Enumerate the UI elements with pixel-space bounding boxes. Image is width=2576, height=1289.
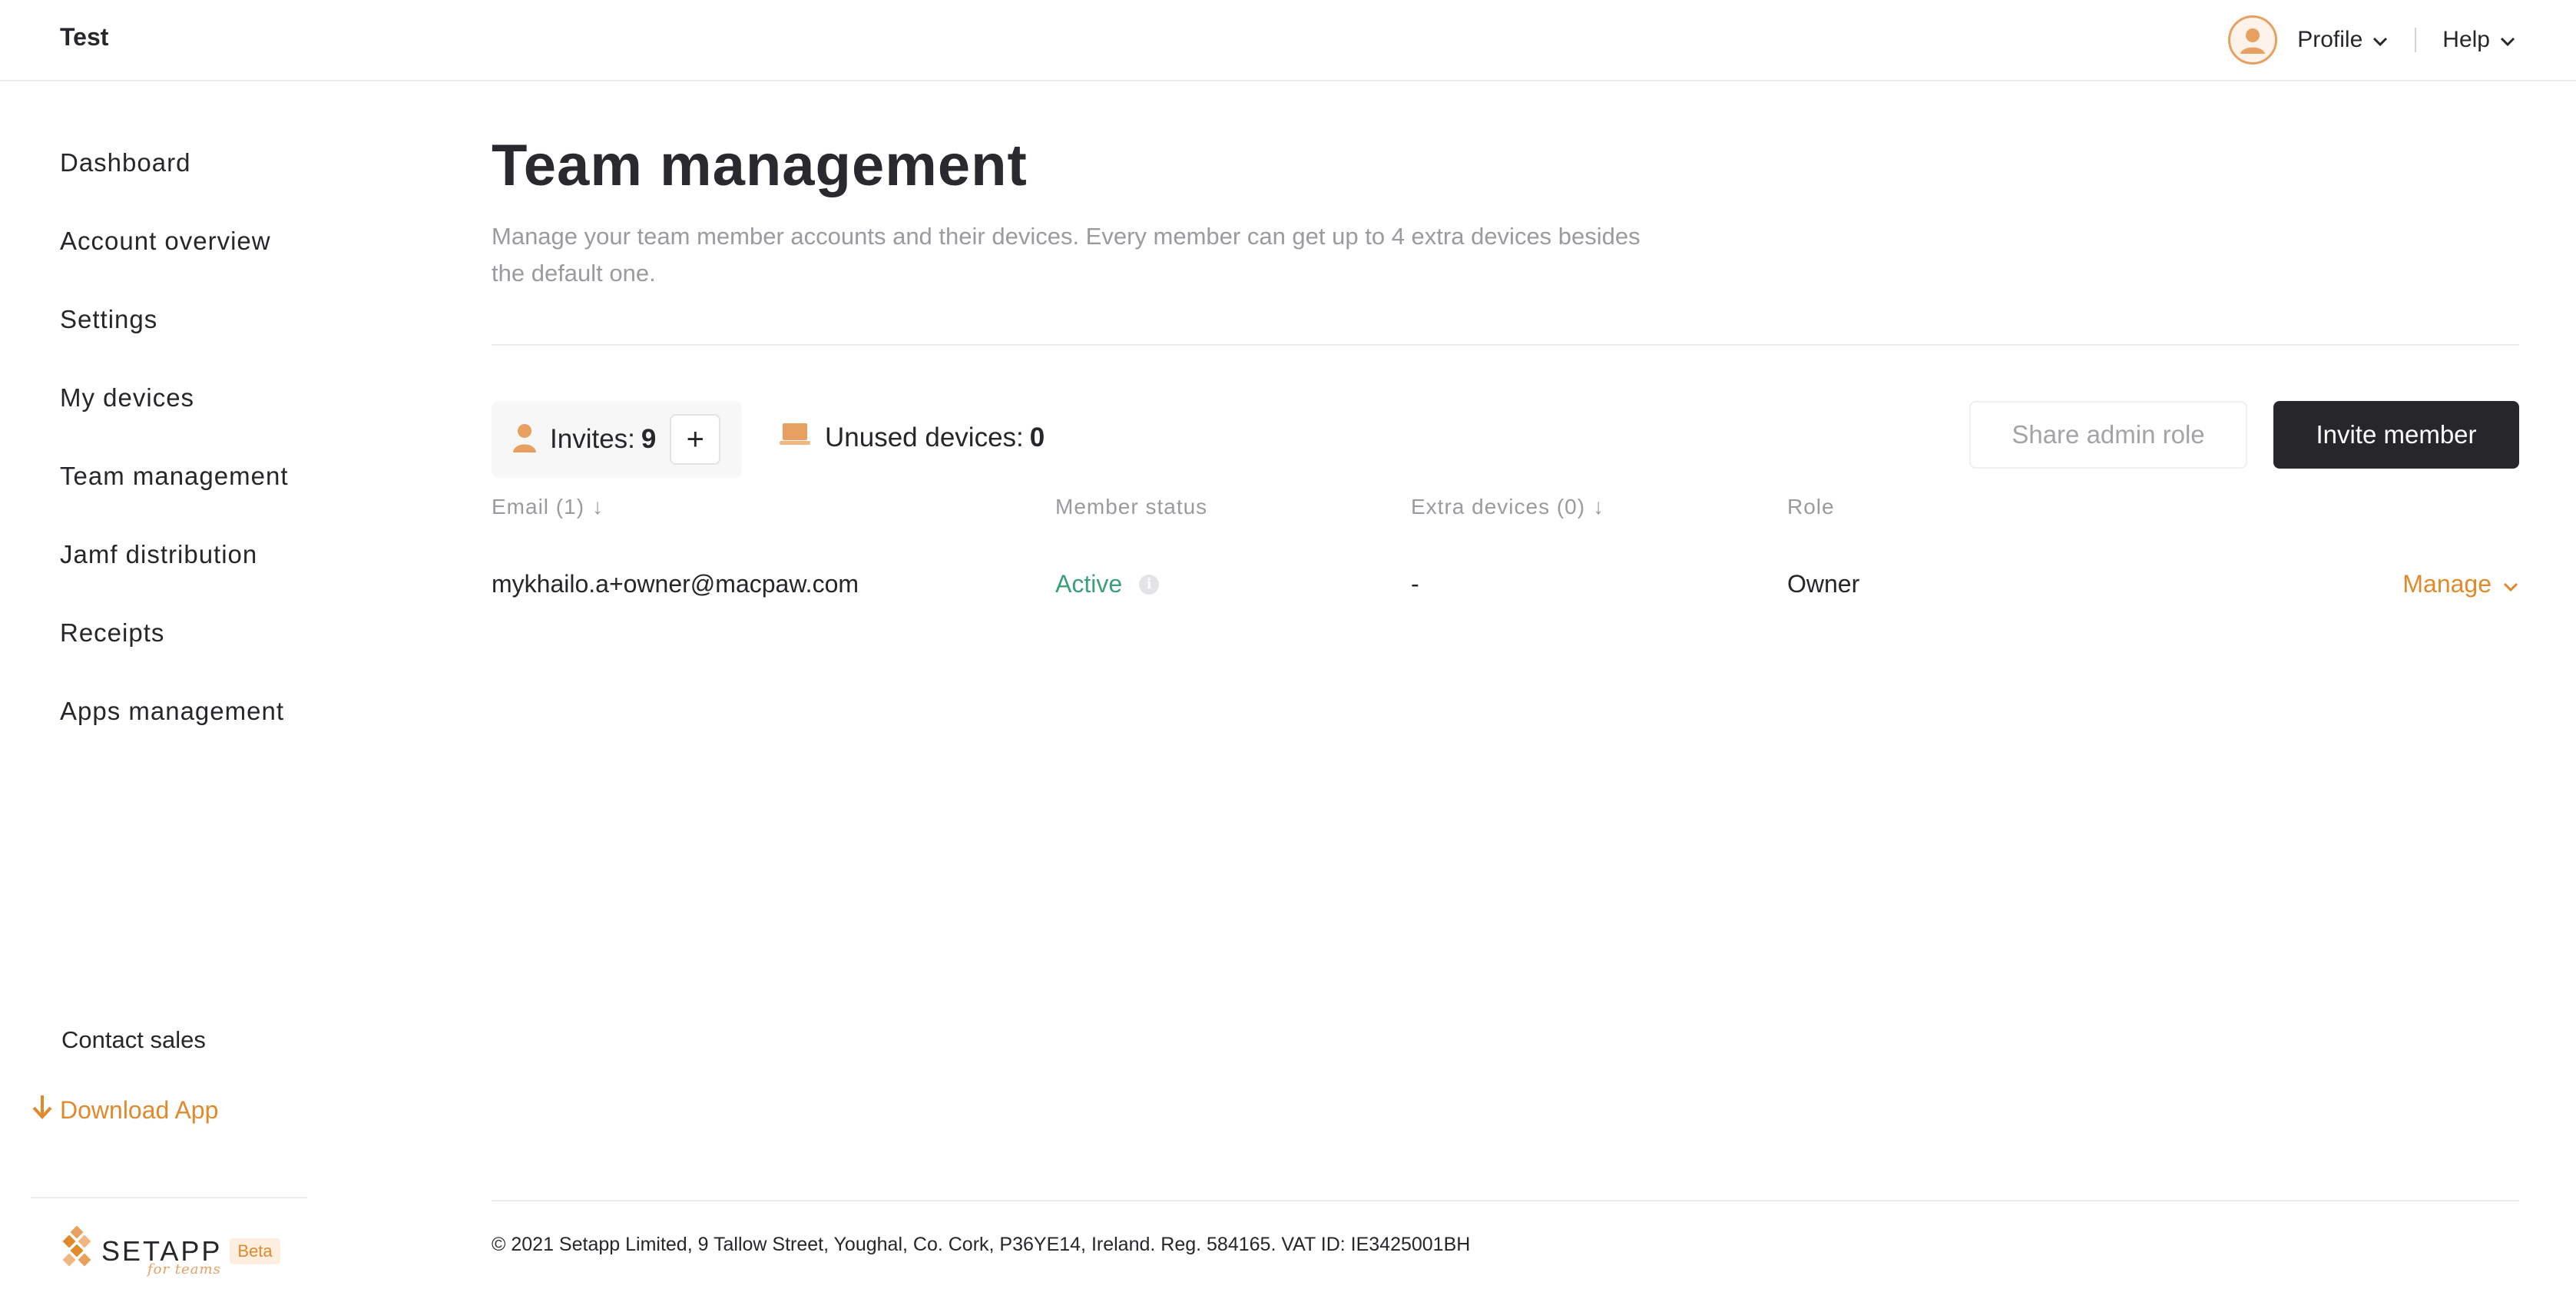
member-role: Owner	[1787, 570, 1860, 598]
unused-devices-label: Unused devices:	[825, 422, 1024, 452]
sidebar: Dashboard Account overview Settings My d…	[0, 81, 323, 1289]
page-title: Team management	[492, 133, 1028, 198]
chevron-down-icon	[2499, 27, 2516, 53]
member-status-cell: Active i	[1055, 570, 1160, 598]
download-app-label: Download App	[60, 1095, 219, 1124]
add-invite-button[interactable]: +	[670, 414, 721, 465]
column-email[interactable]: Email (1) ↓	[492, 495, 604, 519]
manage-dropdown[interactable]: Manage	[2402, 570, 2519, 598]
column-extra-devices-label: Extra devices (0)	[1411, 495, 1586, 519]
laptop-icon	[779, 421, 811, 454]
brand-name: Test	[60, 23, 109, 51]
member-email: mykhailo.a+owner@macpaw.com	[492, 570, 859, 598]
header-divider	[2415, 28, 2417, 52]
sidebar-item-account-overview[interactable]: Account overview	[60, 221, 288, 300]
sidebar-item-team-management[interactable]: Team management	[60, 456, 288, 535]
arrow-down-icon	[31, 1094, 60, 1126]
invites-counter: Invites: 9 +	[492, 401, 742, 478]
column-member-status-label: Member status	[1055, 495, 1208, 519]
help-label: Help	[2442, 27, 2490, 52]
logo-text: SETAPP for teams	[101, 1235, 222, 1277]
unused-devices-count: 0	[1029, 422, 1045, 452]
sort-arrow-icon: ↓	[1593, 495, 1605, 519]
share-admin-role-button[interactable]: Share admin role	[1969, 401, 2247, 469]
sidebar-item-dashboard[interactable]: Dashboard	[60, 143, 288, 221]
help-menu[interactable]: Help	[2442, 27, 2516, 53]
page-description: Manage your team member accounts and the…	[492, 223, 1641, 287]
invites-label-text: Invites:	[550, 424, 635, 454]
sort-arrow-icon: ↓	[592, 495, 604, 519]
profile-menu[interactable]: Profile	[2297, 27, 2389, 53]
invites-count: 9	[641, 424, 657, 454]
beta-badge: Beta	[230, 1238, 280, 1264]
invites-label: Invites: 9	[550, 424, 656, 455]
contact-sales-link[interactable]: Contact sales	[61, 1026, 206, 1054]
setapp-logo[interactable]: SETAPP for teams Beta	[60, 1225, 280, 1277]
unused-devices-counter: Unused devices: 0	[779, 421, 1045, 454]
download-app-link[interactable]: Download App	[31, 1094, 218, 1126]
chevron-down-icon	[2502, 570, 2519, 598]
column-extra-devices[interactable]: Extra devices (0) ↓	[1411, 495, 1604, 519]
member-extra-devices: -	[1411, 570, 1419, 598]
footer-divider	[492, 1200, 2519, 1201]
column-email-label: Email (1)	[492, 495, 585, 519]
sidebar-divider	[31, 1197, 307, 1198]
manage-label: Manage	[2402, 570, 2492, 598]
top-bar-right: Profile Help	[2228, 0, 2576, 80]
table-row: mykhailo.a+owner@macpaw.com Active i - O…	[492, 555, 2519, 616]
sidebar-item-receipts[interactable]: Receipts	[60, 613, 288, 691]
person-icon	[512, 422, 538, 458]
chevron-down-icon	[2372, 27, 2389, 53]
profile-label: Profile	[2297, 27, 2363, 52]
top-bar: Test Profile Help	[0, 0, 2576, 81]
sidebar-item-apps-management[interactable]: Apps management	[60, 691, 288, 770]
footer-text: © 2021 Setapp Limited, 9 Tallow Street, …	[492, 1234, 1471, 1255]
status-badge: Active	[1055, 570, 1123, 598]
sidebar-item-settings[interactable]: Settings	[60, 300, 288, 378]
column-role: Role	[1787, 495, 1835, 519]
user-avatar-icon[interactable]	[2228, 15, 2278, 65]
column-member-status: Member status	[1055, 495, 1207, 519]
column-role-label: Role	[1787, 495, 1835, 519]
section-divider	[492, 344, 2519, 346]
setapp-diamond-icon	[60, 1225, 94, 1276]
sidebar-nav: Dashboard Account overview Settings My d…	[60, 143, 288, 770]
sidebar-item-my-devices[interactable]: My devices	[60, 378, 288, 456]
logo-subtext: for teams	[147, 1261, 221, 1277]
table-header: Email (1) ↓ Member status Extra devices …	[492, 495, 2519, 533]
info-icon[interactable]: i	[1139, 574, 1160, 595]
sidebar-item-jamf-distribution[interactable]: Jamf distribution	[60, 535, 288, 613]
invite-member-button[interactable]: Invite member	[2273, 401, 2519, 469]
